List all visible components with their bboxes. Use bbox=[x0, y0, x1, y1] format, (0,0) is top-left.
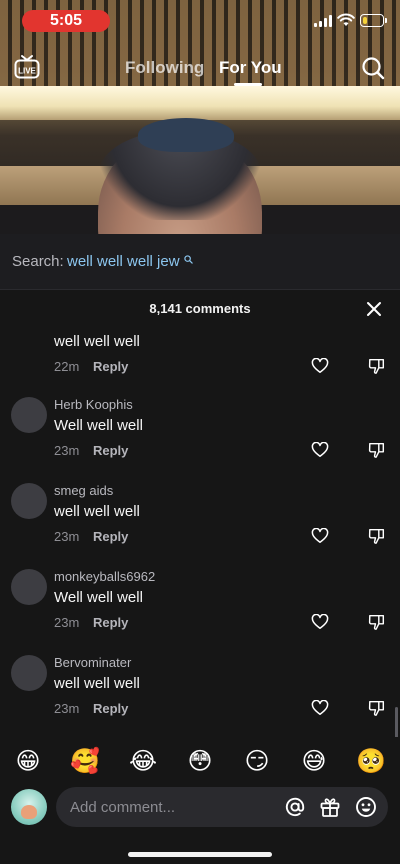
search-query-link[interactable]: well well well jew bbox=[67, 253, 180, 270]
emoji-icon[interactable] bbox=[355, 796, 377, 818]
close-icon[interactable] bbox=[366, 301, 382, 317]
search-icon bbox=[184, 255, 193, 264]
comment-username[interactable]: smeg aids bbox=[54, 483, 113, 498]
tab-following[interactable]: Following bbox=[125, 58, 204, 78]
comment-item: monkeyballs6962 Well well well 23m Reply bbox=[0, 561, 400, 647]
video-person-kippah bbox=[138, 118, 234, 152]
emoji-quick-bar: 😁 🥰 😂 😳 😏 😅 🥺 bbox=[0, 747, 400, 781]
emoji-button[interactable]: 🥰 bbox=[70, 747, 100, 777]
dislike-icon[interactable] bbox=[368, 357, 386, 375]
live-tv-icon[interactable]: LIVE bbox=[14, 54, 40, 80]
comment-box[interactable] bbox=[56, 787, 388, 827]
emoji-button[interactable]: 😳 bbox=[185, 747, 215, 777]
emoji-button[interactable]: 😂 bbox=[128, 747, 158, 777]
reply-button[interactable]: Reply bbox=[93, 359, 128, 374]
dislike-icon[interactable] bbox=[368, 699, 386, 717]
comment-text: well well well bbox=[54, 333, 140, 350]
comment-time: 23m bbox=[54, 701, 80, 716]
comment-time: 23m bbox=[54, 443, 80, 458]
at-icon[interactable] bbox=[284, 796, 306, 818]
search-prefix: Search: bbox=[12, 253, 64, 270]
signal-icon bbox=[314, 15, 332, 27]
comment-item: Herb Koophis Well well well 23m Reply bbox=[0, 389, 400, 475]
comment-time: 22m bbox=[54, 359, 80, 374]
battery-level bbox=[362, 16, 367, 24]
dislike-icon[interactable] bbox=[368, 613, 386, 631]
comment-time: 23m bbox=[54, 615, 80, 630]
comment-list[interactable]: well well well 22m Reply Herb Koophis We… bbox=[0, 325, 400, 737]
avatar-illustration bbox=[21, 805, 37, 819]
heart-icon[interactable] bbox=[311, 528, 329, 544]
avatar[interactable] bbox=[11, 483, 47, 519]
reply-button[interactable]: Reply bbox=[93, 529, 128, 544]
home-indicator[interactable] bbox=[128, 852, 272, 857]
emoji-button[interactable]: 😏 bbox=[242, 747, 272, 777]
comment-item: Bervominater well well well 23m Reply bbox=[0, 647, 400, 733]
active-tab-indicator bbox=[234, 83, 262, 86]
tab-for-you[interactable]: For You bbox=[219, 58, 282, 78]
comment-username[interactable]: Herb Koophis bbox=[54, 397, 133, 412]
comment-text: Well well well bbox=[54, 417, 143, 434]
my-avatar[interactable] bbox=[11, 789, 47, 825]
comment-username[interactable]: Bervominater bbox=[54, 655, 131, 670]
comment-item: smeg aids well well well 23m Reply bbox=[0, 475, 400, 561]
comment-text: well well well bbox=[54, 675, 140, 692]
emoji-button[interactable]: 🥺 bbox=[356, 747, 386, 777]
search-suggestion-bar[interactable]: Search: well well well jew bbox=[0, 234, 400, 290]
reply-button[interactable]: Reply bbox=[93, 615, 128, 630]
svg-text:LIVE: LIVE bbox=[18, 67, 36, 76]
heart-icon[interactable] bbox=[311, 358, 329, 374]
heart-icon[interactable] bbox=[311, 614, 329, 630]
reply-button[interactable]: Reply bbox=[93, 701, 128, 716]
emoji-button[interactable]: 😅 bbox=[299, 747, 329, 777]
battery-nub bbox=[385, 18, 387, 23]
battery-icon bbox=[360, 14, 384, 27]
comment-username[interactable]: monkeyballs6962 bbox=[54, 569, 155, 584]
comment-composer bbox=[0, 787, 400, 833]
scrollbar-thumb[interactable] bbox=[395, 707, 398, 737]
wifi-icon bbox=[337, 13, 355, 26]
heart-icon[interactable] bbox=[311, 700, 329, 716]
top-navigation: LIVE Following For You bbox=[0, 50, 400, 86]
avatar[interactable] bbox=[11, 397, 47, 433]
comment-item: well well well 22m Reply bbox=[0, 325, 400, 375]
status-time: 5:05 bbox=[22, 10, 110, 32]
video-background-light bbox=[0, 86, 400, 120]
dislike-icon[interactable] bbox=[368, 527, 386, 545]
status-bar: 5:05 bbox=[0, 0, 400, 38]
reply-button[interactable]: Reply bbox=[93, 443, 128, 458]
comment-count: 8,141 comments bbox=[149, 301, 251, 316]
comment-text: Well well well bbox=[54, 589, 143, 606]
dislike-icon[interactable] bbox=[368, 441, 386, 459]
video-player[interactable]: 5:05 LIVE Following For You bbox=[0, 0, 400, 234]
comment-text: well well well bbox=[54, 503, 140, 520]
comments-panel: 8,141 comments well well well 22m Reply … bbox=[0, 291, 400, 864]
comment-input[interactable] bbox=[70, 797, 270, 817]
gift-icon[interactable] bbox=[319, 796, 341, 818]
comment-time: 23m bbox=[54, 529, 80, 544]
heart-icon[interactable] bbox=[311, 442, 329, 458]
avatar[interactable] bbox=[11, 569, 47, 605]
comments-header: 8,141 comments bbox=[0, 291, 400, 327]
search-icon[interactable] bbox=[361, 56, 385, 80]
avatar[interactable] bbox=[11, 655, 47, 691]
emoji-button[interactable]: 😁 bbox=[13, 747, 43, 777]
